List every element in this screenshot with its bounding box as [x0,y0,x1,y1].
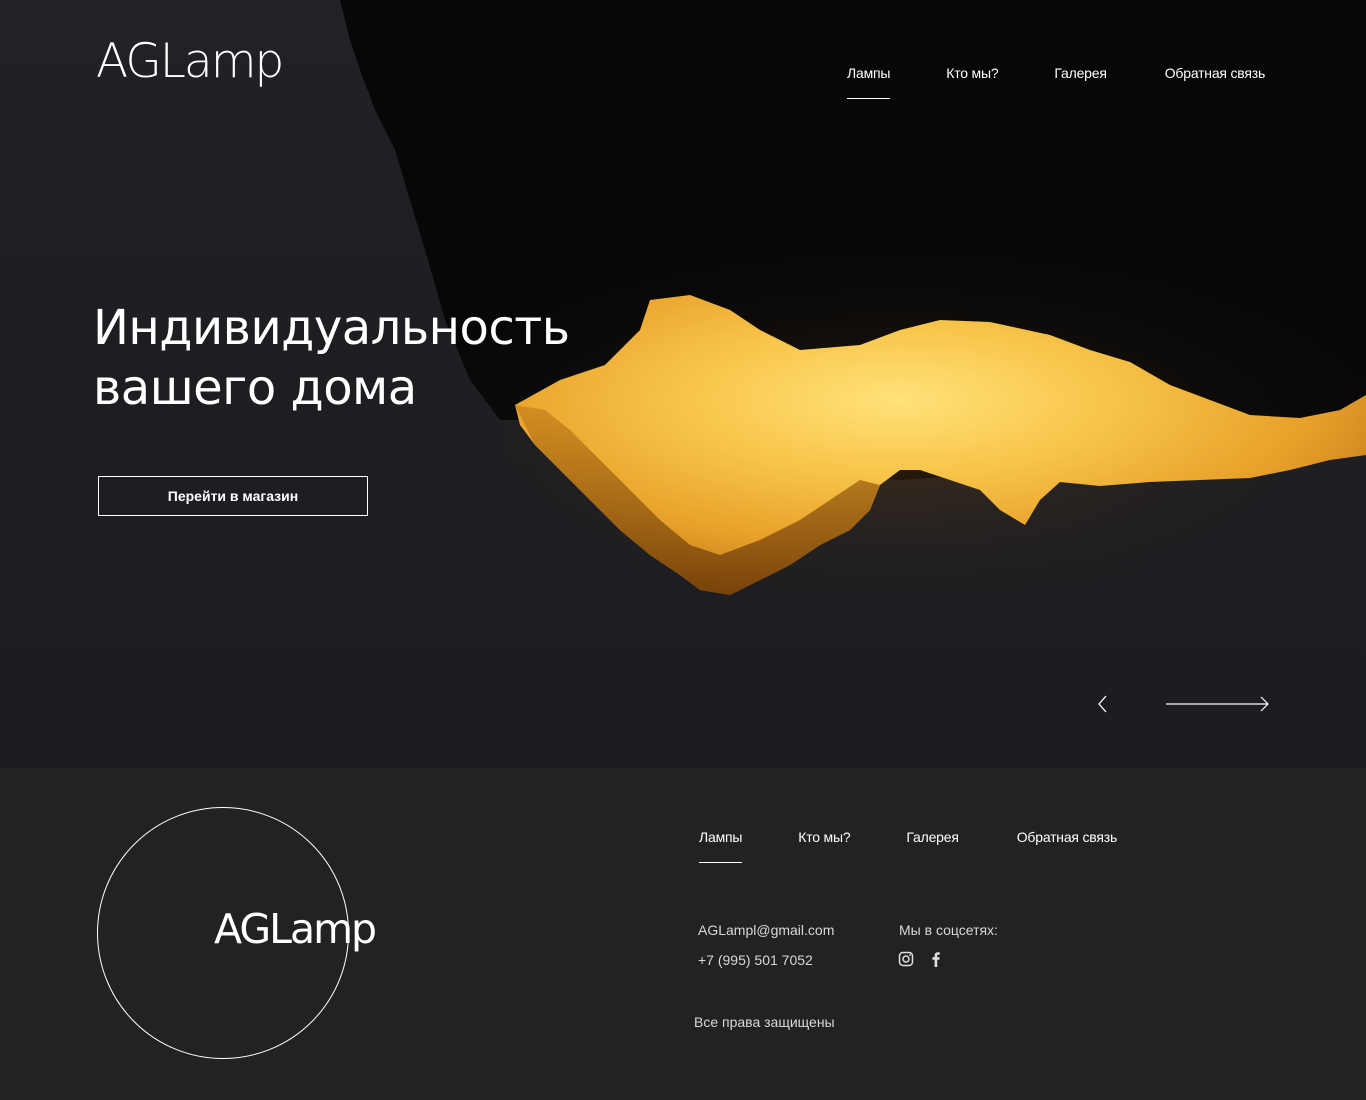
contact-email[interactable]: AGLampl@gmail.com [698,922,834,938]
go-to-shop-button[interactable]: Перейти в магазин [98,476,368,516]
nav-item-about[interactable]: Кто мы? [946,65,998,105]
headline-line-2: вашего дома [93,360,417,416]
footer-nav-item-lamps[interactable]: Лампы [699,829,743,869]
facebook-icon[interactable] [928,951,944,967]
social-label: Мы в соцсетях: [899,922,998,938]
hero-headline: Индивидуальность вашего дома [93,298,613,418]
logo-text: AGLamp [96,34,284,89]
footer-nav-item-about[interactable]: Кто мы? [798,829,850,869]
copyright-text: Все права защищены [694,1014,835,1030]
footer-nav-item-gallery[interactable]: Галерея [906,829,958,869]
headline-line-1: Индивидуальность [93,300,570,356]
main-nav: Лампы Кто мы? Галерея Обратная связь [847,65,1265,105]
chevron-left-icon[interactable] [1094,694,1112,714]
nav-item-gallery[interactable]: Галерея [1054,65,1106,105]
nav-item-lamps[interactable]: Лампы [847,65,891,105]
contact-phone[interactable]: +7 (995) 501 7052 [698,952,813,968]
site-footer: AGLamp Лампы Кто мы? Галерея Обратная св… [0,768,1366,1100]
site-logo[interactable]: AGLamp [96,34,284,89]
hero-section: AGLamp Лампы Кто мы? Галерея Обратная св… [0,0,1366,768]
footer-logo[interactable]: AGLamp [214,905,377,953]
nav-item-contact[interactable]: Обратная связь [1165,65,1266,105]
footer-nav: Лампы Кто мы? Галерея Обратная связь [699,829,1117,869]
instagram-icon[interactable] [898,951,914,967]
long-arrow-right-icon[interactable] [1165,694,1271,714]
footer-nav-item-contact[interactable]: Обратная связь [1017,829,1118,869]
